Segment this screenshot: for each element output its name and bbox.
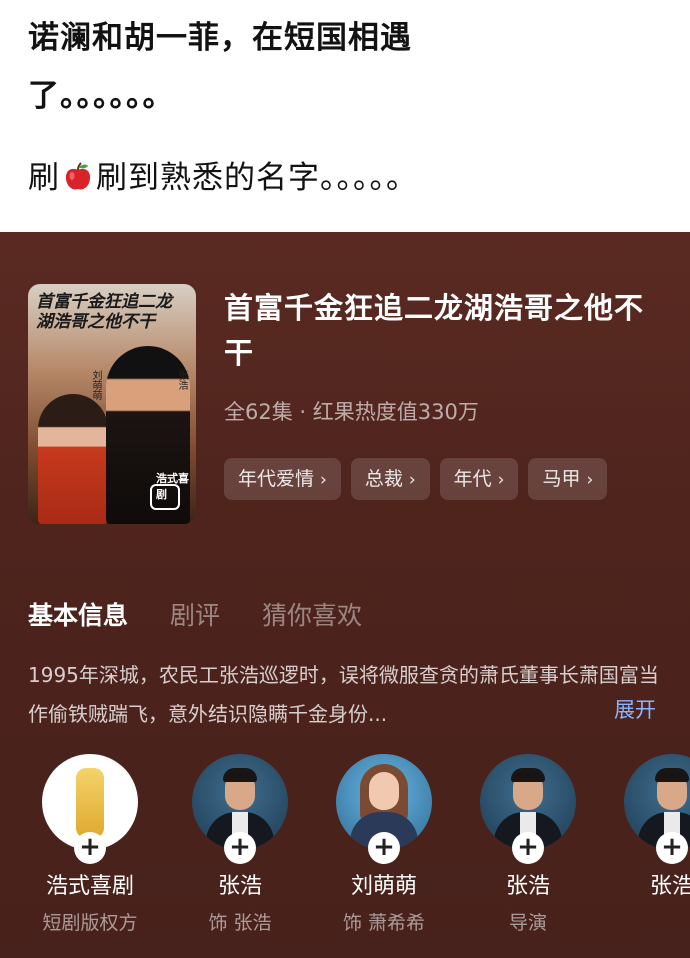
poster-title: 首富千金狂追二龙湖浩哥之他不干 — [36, 292, 172, 332]
post-line-3-start: 刷 — [28, 160, 60, 196]
chevron-right-icon: › — [497, 470, 505, 490]
chevron-right-icon: › — [320, 470, 327, 490]
follow-plus-icon[interactable]: + — [512, 832, 544, 864]
play-icon — [150, 484, 180, 510]
tag-label: 马甲 — [542, 468, 581, 490]
post-text-area: 诺澜和胡一菲，在短国相遇 了。。。。。。 刷 刷到熟悉的名字。。。。。 — [0, 0, 690, 232]
post-line-3-end: 刷到熟悉的名字。。。。。 — [96, 160, 418, 196]
tab-reviews[interactable]: 剧评 — [170, 596, 220, 632]
cast-role: 饰 张浩 — [208, 912, 272, 934]
cast-role: 导演 — [508, 912, 547, 934]
poster-actress-name: 刘萌萌 — [90, 370, 101, 400]
detail-tabs: 基本信息 剧评 猜你喜欢 — [28, 596, 362, 632]
cast-role: 短剧版权方 — [42, 912, 138, 934]
tag-label: 年代 — [453, 468, 492, 490]
avatar-hair — [655, 768, 689, 782]
brand-logo — [76, 768, 104, 838]
poster-actor-name: 张浩 — [176, 370, 187, 390]
tab-recommendations[interactable]: 猜你喜欢 — [262, 596, 362, 632]
avatar-hair — [511, 768, 545, 782]
follow-plus-icon[interactable]: + — [656, 832, 688, 864]
cast-role: 饰 萧希希 — [342, 912, 426, 934]
cast-name: 浩式喜剧 — [45, 874, 134, 899]
post-line-2: 了。。。。。。 — [28, 78, 175, 114]
drama-meta: 全62集 · 红果热度值330万 — [224, 400, 479, 424]
avatar-hair — [223, 768, 257, 782]
cast-name: 张浩 — [649, 874, 690, 899]
cast-list: + 浩式喜剧 短剧版权方 + 张浩 饰 张浩 + 刘萌萌 饰 萧希希 + 张浩 … — [0, 754, 690, 958]
post-line-1: 诺澜和胡一菲，在短国相遇 — [28, 20, 412, 56]
drama-card: 首富千金狂追二龙湖浩哥之他不干 刘萌萌 张浩 浩式喜剧 首富千金狂追二龙湖浩哥之… — [0, 232, 690, 958]
poster-actress-figure — [38, 394, 108, 524]
cast-member[interactable]: + 浩式喜剧 短剧版权方 — [30, 754, 150, 935]
apple-icon — [65, 162, 91, 190]
tag-list: 年代爱情 › 总裁 › 年代 › 马甲 › — [224, 458, 608, 500]
tag-chip[interactable]: 总裁 › — [350, 458, 430, 500]
chevron-right-icon: › — [408, 470, 416, 490]
cast-member[interactable]: + 张浩 饰 张浩 — [180, 754, 300, 935]
tag-chip[interactable]: 年代爱情 › — [224, 458, 341, 500]
tag-chip[interactable]: 年代 › — [439, 458, 519, 500]
cast-member[interactable]: + 张浩 导演 — [468, 754, 588, 935]
follow-plus-icon[interactable]: + — [368, 832, 400, 864]
post-line-3: 刷 刷到熟悉的名字。。。。。 — [28, 158, 418, 198]
cast-name: 刘萌萌 — [350, 874, 417, 899]
chevron-right-icon: › — [586, 470, 594, 490]
synopsis-text: 1995年深城，农民工张浩巡逻时，误将微服查贪的萧氏董事长萧国富当作偷铁贼踹飞，… — [28, 663, 659, 726]
follow-plus-icon[interactable]: + — [224, 832, 256, 864]
tag-label: 年代爱情 — [238, 468, 315, 490]
expand-link[interactable]: 展开 — [614, 694, 656, 724]
cast-name: 张浩 — [217, 874, 262, 899]
tag-label: 总裁 — [364, 468, 403, 490]
cast-name: 张浩 — [505, 874, 550, 899]
tab-basic-info[interactable]: 基本信息 — [28, 596, 128, 632]
tag-chip[interactable]: 马甲 › — [528, 458, 608, 500]
cast-member[interactable]: + 张浩 — [612, 754, 690, 908]
drama-poster[interactable]: 首富千金狂追二龙湖浩哥之他不干 刘萌萌 张浩 浩式喜剧 — [28, 284, 196, 524]
drama-title[interactable]: 首富千金狂追二龙湖浩哥之他不干 — [224, 286, 654, 376]
cast-member[interactable]: + 刘萌萌 饰 萧希希 — [324, 754, 444, 935]
follow-plus-icon[interactable]: + — [74, 832, 106, 864]
avatar-head — [369, 772, 399, 810]
